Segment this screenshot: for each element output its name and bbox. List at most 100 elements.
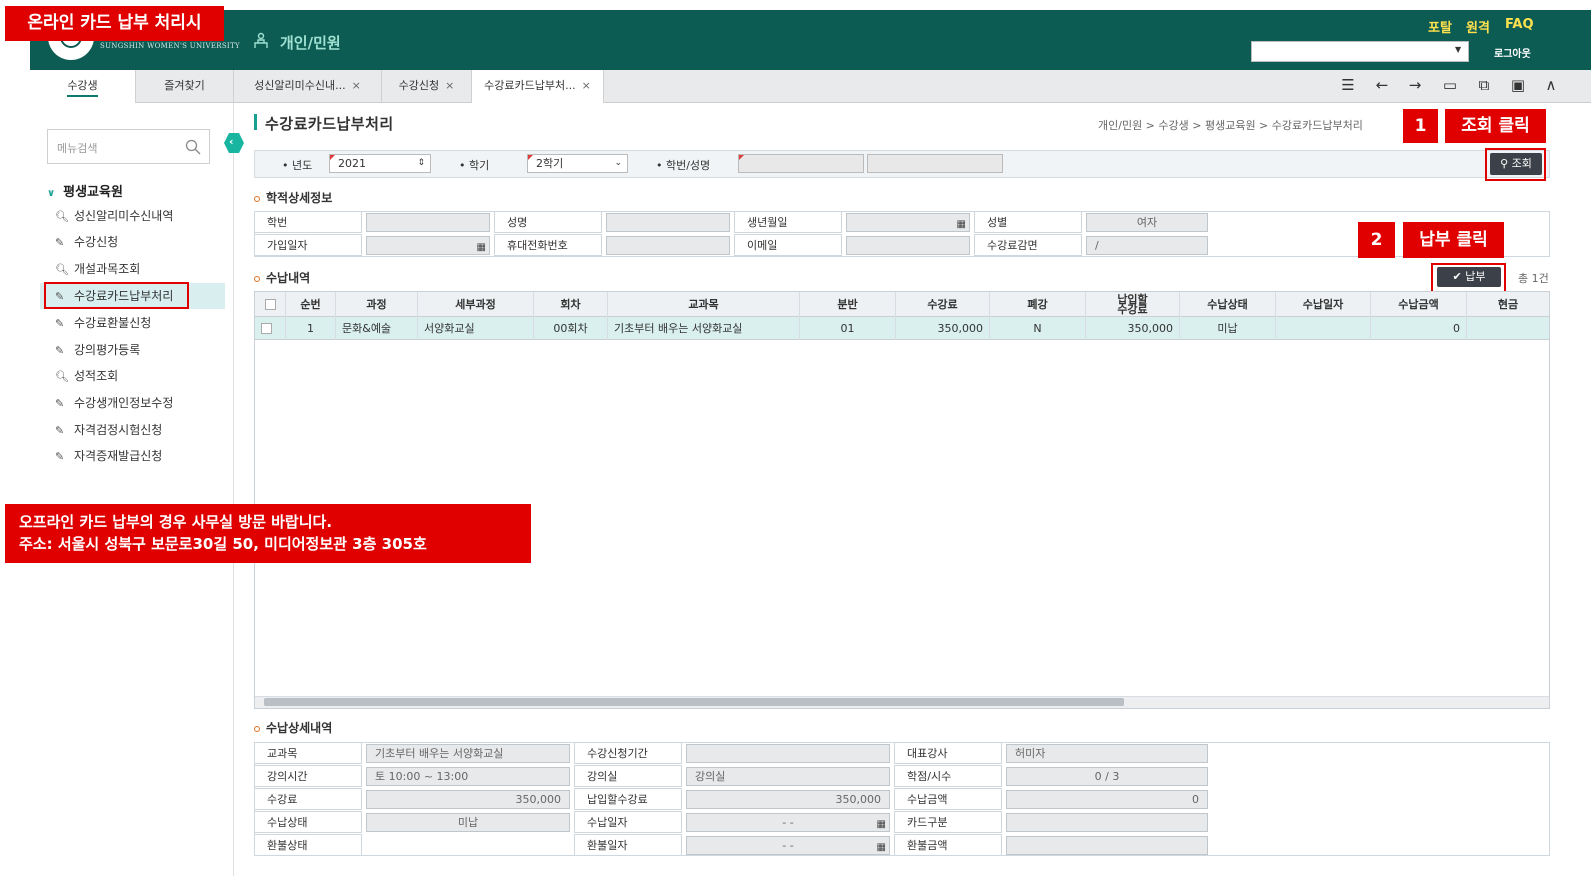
tab-favorites[interactable]: 즐겨찾기 <box>136 70 234 103</box>
column-header[interactable]: 납입할 수강료 <box>1086 292 1180 317</box>
refund-amount-field <box>1006 836 1208 855</box>
column-header[interactable]: 수강료 <box>896 292 990 317</box>
menu-icon[interactable]: ☰ <box>1339 76 1357 94</box>
sidebar-item-refund[interactable]: ✎ 수강료환불신청 <box>55 313 151 333</box>
heading-bar <box>254 114 257 130</box>
notice-line: 오프라인 카드 납부의 경우 사무실 방문 바랍니다. <box>19 513 333 531</box>
chevron-up-icon[interactable]: ∧ <box>1542 76 1560 94</box>
section-label: 수납상세내역 <box>266 721 333 735</box>
sidebar-item-grades[interactable]: 🔍︎ 성적조회 <box>55 366 118 386</box>
sidebar-item-evaluation[interactable]: ✎ 강의평가등록 <box>55 340 140 360</box>
column-header[interactable]: 수납상태 <box>1180 292 1276 317</box>
arrow-right-icon[interactable]: → <box>1406 76 1424 94</box>
row-checkbox-cell <box>255 317 286 340</box>
sidebar-item-label: 수강료환불신청 <box>74 316 152 330</box>
sidebar-item-label: 강의평가등록 <box>74 343 141 357</box>
calendar-icon: ▦ <box>876 842 886 853</box>
sidebar-item-profile[interactable]: ✎ 수강생개인정보수정 <box>55 393 173 413</box>
close-icon[interactable]: × <box>445 79 454 92</box>
sidebar-item-label: 수강생개인정보수정 <box>74 396 174 410</box>
close-icon[interactable]: × <box>582 79 591 92</box>
section-label: 학적상세정보 <box>266 191 333 205</box>
table-cell <box>1467 317 1549 340</box>
sidebar-item-label: 성적조회 <box>74 369 119 383</box>
arrow-left-icon[interactable]: ← <box>1373 76 1391 94</box>
student-name-field <box>606 213 730 232</box>
tab-label: 성신알리미수신내... <box>254 79 346 92</box>
refund-date-value: - - <box>782 839 794 852</box>
detail-label: 수납금액 <box>894 788 1002 810</box>
tab-label: 수강생 <box>67 79 98 97</box>
detail-section-title: 수납상세내역 <box>254 719 332 736</box>
term-select[interactable]: 2학기 ⌄ <box>527 154 628 173</box>
portal-link[interactable]: 포탈 <box>1428 17 1452 36</box>
window-icon[interactable]: ▭ <box>1441 76 1459 94</box>
chevron-down-icon: ∨ <box>47 188 56 199</box>
detail-label: 수강료 <box>254 788 362 810</box>
column-header[interactable]: 폐강 <box>990 292 1086 317</box>
tab-notification[interactable]: 성신알리미수신내... × <box>234 70 382 103</box>
sidebar-item-course-search[interactable]: 🔍︎ 개설과목조회 <box>55 259 140 279</box>
id-name-label: • 학번/성명 <box>656 159 711 172</box>
logout-link[interactable]: 로그아웃 <box>1494 45 1531 60</box>
popup-icon[interactable]: ▣ <box>1509 76 1527 94</box>
period-field <box>686 744 890 763</box>
tab-card-payment[interactable]: 수강료카드납부처... × <box>472 70 604 103</box>
year-value: 2021 <box>338 157 366 170</box>
search-icon[interactable] <box>185 139 201 155</box>
sidebar-item-label: 자격증재발급신청 <box>74 449 163 463</box>
column-header[interactable]: 세부과정 <box>418 292 534 317</box>
chevron-down-icon: ▼ <box>1455 45 1462 54</box>
column-header[interactable]: 수납일자 <box>1276 292 1371 317</box>
pay-button-highlight <box>1431 263 1506 293</box>
status-field: 미납 <box>366 813 570 832</box>
column-header[interactable]: 현금 <box>1467 292 1549 317</box>
refund-status-field <box>366 836 570 855</box>
column-header[interactable]: 회차 <box>534 292 608 317</box>
column-header[interactable]: 과정 <box>336 292 418 317</box>
select-all-cell <box>255 292 286 317</box>
detail-label: 카드구분 <box>894 811 1002 833</box>
sidebar-item-registration[interactable]: ✎ 수강신청 <box>55 232 118 252</box>
sidebar-item-reissue[interactable]: ✎ 자격증재발급신청 <box>55 446 162 466</box>
year-stepper[interactable]: 2021 ⇕ <box>329 154 431 173</box>
select-all-checkbox[interactable] <box>264 299 276 310</box>
sidebar-item-exam[interactable]: ✎ 자격검정시험신청 <box>55 420 162 440</box>
table-cell: 00회차 <box>534 317 608 340</box>
tab-label: 수강료카드납부처... <box>484 79 576 92</box>
remote-link[interactable]: 원격 <box>1466 17 1490 36</box>
calendar-icon: ▦ <box>876 819 886 830</box>
row-checkbox[interactable] <box>261 323 272 334</box>
stepper-icon: ⇕ <box>417 158 425 168</box>
header-select[interactable] <box>1251 41 1469 62</box>
student-id-input[interactable] <box>738 154 864 173</box>
detail-label: 학점/시수 <box>894 765 1002 787</box>
cascade-icon[interactable]: ⧉ <box>1475 76 1493 94</box>
term-label: • 학기 <box>459 159 490 172</box>
offline-notice: 오프라인 카드 납부의 경우 사무실 방문 바랍니다. 주소: 서울시 성북구 … <box>5 504 531 563</box>
chevron-left-icon: ‹ <box>229 135 234 148</box>
edit-icon: ✎ <box>55 450 65 463</box>
tab-registration[interactable]: 수강신청 × <box>382 70 472 103</box>
student-name-input[interactable] <box>867 154 1003 173</box>
column-header[interactable]: 분반 <box>800 292 896 317</box>
detail-label: 수납상태 <box>254 811 362 833</box>
student-id-field <box>366 213 490 232</box>
search-placeholder: 메뉴검색 <box>57 142 98 155</box>
table-cell: 기초부터 배우는 서양화교실 <box>608 317 800 340</box>
sidebar-item-notification[interactable]: 🔍︎ 성신알리미수신내역 <box>55 206 173 226</box>
bullet-icon <box>254 195 260 202</box>
payment-grid <box>254 291 1550 709</box>
discount-label: 수강료감면 <box>974 234 1082 256</box>
scrollbar-thumb[interactable] <box>264 698 1124 706</box>
tree-root[interactable]: ∨ 평생교육원 <box>47 181 123 200</box>
phone-label: 휴대전화번호 <box>494 234 602 256</box>
close-icon[interactable]: × <box>352 79 361 92</box>
tab-student[interactable]: 수강생 <box>30 70 136 103</box>
faq-link[interactable]: FAQ <box>1505 17 1534 32</box>
subject-field: 기초부터 배우는 서양화교실 <box>366 744 570 763</box>
column-header[interactable]: 수납금액 <box>1371 292 1467 317</box>
column-header[interactable]: 교과목 <box>608 292 800 317</box>
column-header[interactable]: 순번 <box>286 292 336 317</box>
year-label: • 년도 <box>282 159 313 172</box>
